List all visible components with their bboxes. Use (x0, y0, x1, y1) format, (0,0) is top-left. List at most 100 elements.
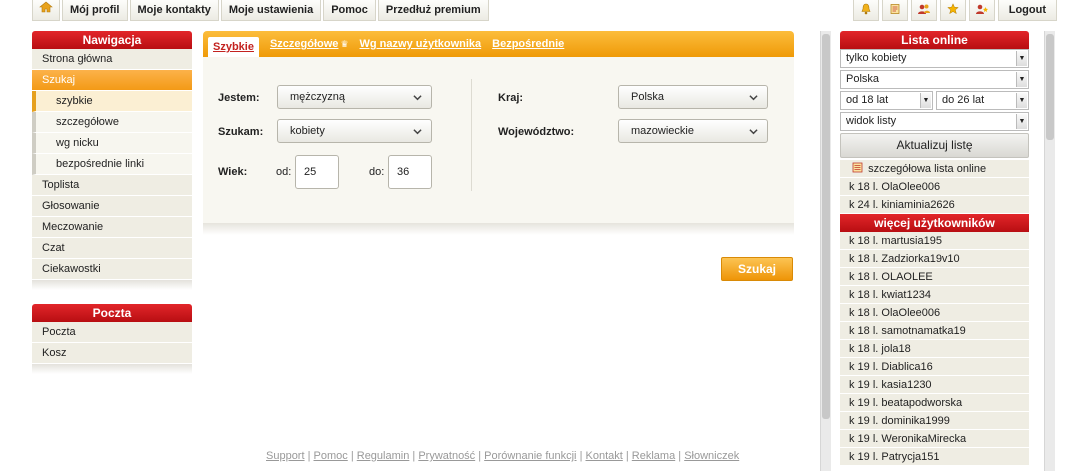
age-from-filter-value: od 18 lat (846, 94, 889, 106)
list-item[interactable]: k 19 l. Patrycja151 (840, 448, 1029, 466)
search-tabbar: Szybkie Szczegółowe ♛ Wg nazwy użytkownik… (203, 31, 794, 57)
sidebar-item-trivia[interactable]: Ciekawostki (32, 259, 192, 280)
sidebar-shadow (32, 280, 192, 290)
online-list-scrollbar-thumb[interactable] (1046, 34, 1054, 140)
footer-link-glossary[interactable]: Słowniczek (684, 450, 739, 462)
users-button[interactable] (910, 0, 937, 21)
age-from-input[interactable]: 25 (295, 155, 339, 189)
dropdown-arrow-icon: ▼ (1016, 72, 1027, 87)
search-button[interactable]: Szukaj (721, 257, 793, 281)
province-label: Województwo: (498, 126, 575, 138)
sidebar-item-voting[interactable]: Głosowanie (32, 196, 192, 217)
list-item[interactable]: k 18 l. martusia195 (840, 232, 1029, 250)
top-navigation: Mój profil Moje kontakty Moje ustawienia… (32, 0, 491, 21)
sidebar-subitem-quick[interactable]: szybkie (32, 91, 192, 112)
country-select[interactable]: Polska (618, 85, 768, 109)
online-list-scrollbar[interactable] (1044, 31, 1055, 471)
form-divider (471, 79, 472, 191)
dropdown-arrow-icon: ▼ (920, 93, 931, 108)
province-select[interactable]: mazowieckie (618, 119, 768, 143)
tab-direct[interactable]: Bezpośrednie (492, 38, 564, 50)
premium-crown-icon: ♛ (340, 39, 349, 49)
navigation-title: Nawigacja (32, 31, 192, 49)
chevron-down-icon (749, 95, 758, 101)
list-item[interactable]: k 18 l. samotnamatka19 (840, 322, 1029, 340)
age-from-filter-select[interactable]: od 18 lat ▼ (840, 91, 933, 110)
left-sidebar: Nawigacja Strona główna Szukaj szybkie s… (32, 31, 192, 374)
tab-detailed-label: Szczegółowe (269, 38, 339, 50)
footer-link-support[interactable]: Support (266, 450, 305, 462)
sidebar-subitem-direct-links[interactable]: bezpośrednie linki (32, 154, 192, 175)
sidebar-item-trash[interactable]: Kosz (32, 343, 192, 364)
age-to-filter-value: do 26 lat (942, 94, 985, 106)
footer-link-help[interactable]: Pomoc (314, 450, 348, 462)
age-label: Wiek: (218, 166, 248, 178)
my-contacts-tab[interactable]: Moje kontakty (129, 0, 219, 21)
chevron-down-icon (413, 95, 422, 101)
footer-link-terms[interactable]: Regulamin (357, 450, 410, 462)
favorites-button[interactable] (939, 0, 966, 21)
extend-premium-tab[interactable]: Przedłuż premium (377, 0, 489, 21)
tab-by-username[interactable]: Wg nazwy użytkownika (360, 38, 482, 50)
footer-link-privacy[interactable]: Prywatność (418, 450, 475, 462)
footer-link-compare[interactable]: Porównanie funkcji (484, 450, 576, 462)
list-item[interactable]: k 18 l. OlaOlee006 (840, 178, 1029, 196)
tab-detailed[interactable]: Szczegółowe ♛ (270, 38, 349, 50)
footer-link-ads[interactable]: Reklama (632, 450, 675, 462)
user-star-icon (975, 3, 989, 18)
update-list-button[interactable]: Aktualizuj listę (840, 133, 1029, 158)
dropdown-arrow-icon: ▼ (1016, 93, 1027, 108)
my-settings-tab[interactable]: Moje ustawienia (220, 0, 322, 21)
list-item[interactable]: k 19 l. Diablica16 (840, 358, 1029, 376)
sidebar-item-chat[interactable]: Czat (32, 238, 192, 259)
main-scrollbar[interactable] (820, 31, 831, 471)
age-filter-row: od 18 lat ▼ do 26 lat ▼ (840, 91, 1029, 112)
sidebar-item-matching[interactable]: Meczowanie (32, 217, 192, 238)
list-item[interactable]: k 18 l. OLAOLEE (840, 268, 1029, 286)
view-mode-select[interactable]: widok listy ▼ (840, 112, 1029, 131)
list-item[interactable]: k 19 l. beatapodworska (840, 394, 1029, 412)
sidebar-subitem-detailed[interactable]: szczegółowe (32, 112, 192, 133)
dropdown-arrow-icon: ▼ (1016, 114, 1027, 129)
list-item[interactable]: k 19 l. dominika1999 (840, 412, 1029, 430)
province-value: mazowieckie (631, 125, 694, 137)
list-item[interactable]: k 18 l. Zadziorka19v10 (840, 250, 1029, 268)
list-item[interactable]: k 19 l. WeronikaMirecka (840, 430, 1029, 448)
home-button[interactable] (32, 0, 60, 21)
more-users-header[interactable]: więcej użytkowników (840, 214, 1029, 232)
seeking-value: kobiety (290, 125, 325, 137)
online-list-panel: Lista online tylko kobiety ▼ Polska ▼ od… (840, 31, 1029, 466)
age-to-input[interactable]: 36 (388, 155, 432, 189)
tab-quick[interactable]: Szybkie (208, 37, 259, 57)
users-icon (917, 3, 931, 18)
gender-filter-select[interactable]: tylko kobiety ▼ (840, 49, 1029, 68)
fans-button[interactable] (968, 0, 995, 21)
country-filter-select[interactable]: Polska ▼ (840, 70, 1029, 89)
sidebar-item-toplist[interactable]: Toplista (32, 175, 192, 196)
my-profile-tab[interactable]: Mój profil (62, 0, 128, 21)
chevron-down-icon (413, 129, 422, 135)
i-am-label: Jestem: (218, 92, 260, 104)
sidebar-item-home[interactable]: Strona główna (32, 49, 192, 70)
notifications-button[interactable] (852, 0, 879, 21)
list-item[interactable]: k 18 l. kwiat1234 (840, 286, 1029, 304)
footer-link-contact[interactable]: Kontakt (586, 450, 623, 462)
sidebar-item-search[interactable]: Szukaj (32, 70, 192, 91)
age-to-filter-select[interactable]: do 26 lat ▼ (936, 91, 1029, 110)
detailed-online-list-link[interactable]: szczegółowa lista online (840, 160, 1029, 178)
logout-button[interactable]: Logout (997, 0, 1057, 21)
main-scrollbar-thumb[interactable] (822, 34, 830, 419)
sidebar-subitem-by-nick[interactable]: wg nicku (32, 133, 192, 154)
search-form: Jestem: mężczyzną Szukam: kobiety Wiek: … (203, 57, 794, 223)
list-item[interactable]: k 24 l. kiniaminia2626 (840, 196, 1029, 214)
i-am-select[interactable]: mężczyzną (277, 85, 432, 109)
seeking-select[interactable]: kobiety (277, 119, 432, 143)
list-item[interactable]: k 19 l. kasia1230 (840, 376, 1029, 394)
list-item[interactable]: k 18 l. OlaOlee006 (840, 304, 1029, 322)
mail-shadow (32, 364, 192, 374)
search-section: Szybkie Szczegółowe ♛ Wg nazwy użytkownik… (203, 31, 794, 281)
sidebar-item-inbox[interactable]: Poczta (32, 322, 192, 343)
help-tab[interactable]: Pomoc (323, 0, 376, 21)
notes-button[interactable] (881, 0, 908, 21)
list-item[interactable]: k 18 l. jola18 (840, 340, 1029, 358)
